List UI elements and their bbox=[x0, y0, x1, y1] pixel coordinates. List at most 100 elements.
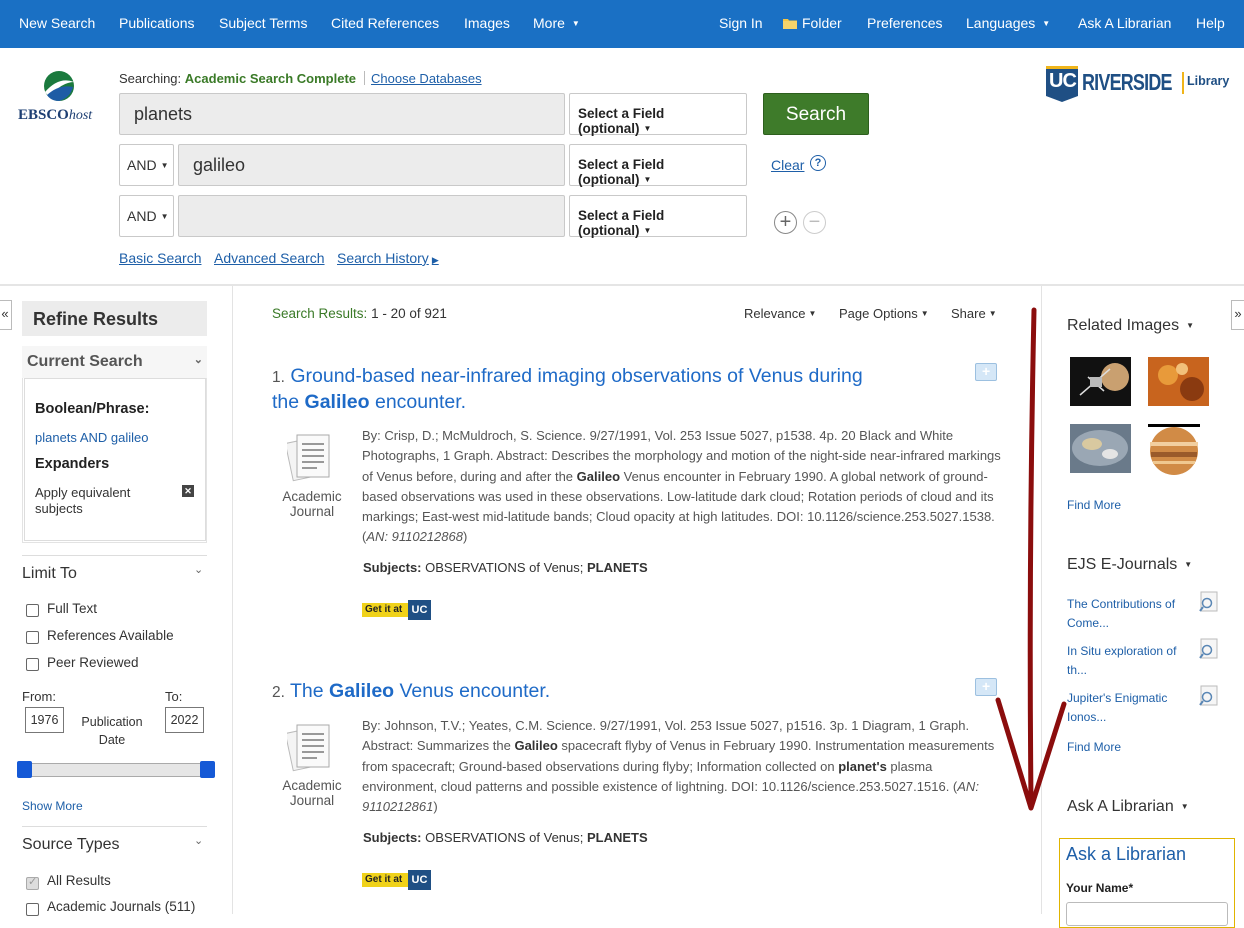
nav-more[interactable]: More ▼ bbox=[533, 15, 580, 31]
help-icon[interactable]: ? bbox=[810, 155, 826, 171]
to-year-input[interactable]: 2022 bbox=[165, 707, 204, 733]
add-row-plus-icon[interactable]: + bbox=[774, 211, 797, 234]
limit-to-header[interactable]: Limit To bbox=[22, 565, 77, 583]
publication-date-label: Publication Date bbox=[81, 715, 143, 747]
search-input-2[interactable]: galileo bbox=[178, 144, 565, 186]
page-options-label: Page Options bbox=[839, 306, 918, 321]
peer-reviewed-checkbox[interactable] bbox=[26, 658, 39, 671]
ejournal-link-2[interactable]: In Situ exploration of th... bbox=[1067, 642, 1187, 680]
page-options-dropdown[interactable]: Page Options ▼ bbox=[839, 306, 929, 321]
annotation-arrow-shaft bbox=[1027, 307, 1037, 803]
ejournal-link-1[interactable]: The Contributions of Come... bbox=[1067, 595, 1187, 633]
subjects-value-bold[interactable]: PLANETS bbox=[587, 830, 648, 845]
ebscohost-logo[interactable]: EBSCOhost bbox=[18, 70, 100, 130]
result-title-1[interactable]: 1. Ground-based near-infrared imaging ob… bbox=[272, 364, 912, 414]
subjects-value-bold[interactable]: PLANETS bbox=[587, 560, 648, 575]
search-history-link[interactable]: Search History ▶ bbox=[337, 250, 439, 266]
nav-folder[interactable]: Folder bbox=[783, 15, 842, 31]
choose-databases-link[interactable]: Choose Databases bbox=[371, 71, 482, 86]
remove-row-minus-icon[interactable]: − bbox=[803, 211, 826, 234]
source-types-header[interactable]: Source Types bbox=[22, 836, 120, 854]
relevance-dropdown[interactable]: Relevance ▼ bbox=[744, 306, 816, 321]
field-select-2[interactable]: Select a Field (optional) ▼ bbox=[569, 144, 747, 187]
full-text-checkbox[interactable] bbox=[26, 604, 39, 617]
clear-link[interactable]: Clear bbox=[771, 157, 804, 173]
subjects-value[interactable]: OBSERVATIONS of Venus; bbox=[425, 560, 583, 575]
boolean-phrase-value[interactable]: planets AND galileo bbox=[35, 430, 148, 445]
academic-journals-label[interactable]: Academic Journals (511) bbox=[47, 899, 195, 914]
date-slider-handle-to[interactable] bbox=[200, 761, 215, 778]
nav-images[interactable]: Images bbox=[464, 15, 510, 31]
from-year-input[interactable]: 1976 bbox=[25, 707, 64, 733]
full-text-label[interactable]: Full Text bbox=[47, 601, 97, 616]
boolean-operator-select-3[interactable]: AND ▼ bbox=[119, 195, 174, 237]
nav-preferences[interactable]: Preferences bbox=[867, 15, 942, 31]
peer-reviewed-label[interactable]: Peer Reviewed bbox=[47, 655, 139, 670]
show-more-link[interactable]: Show More bbox=[22, 799, 83, 813]
academic-journals-checkbox[interactable] bbox=[26, 903, 39, 916]
advanced-search-link[interactable]: Advanced Search bbox=[214, 250, 325, 266]
find-more-images-link[interactable]: Find More bbox=[1067, 496, 1121, 515]
nav-new-search[interactable]: New Search bbox=[19, 15, 95, 31]
nav-help[interactable]: Help bbox=[1196, 15, 1225, 31]
nav-ask-a-librarian[interactable]: Ask A Librarian bbox=[1078, 15, 1171, 31]
get-it-at-uc-button[interactable]: Get it at UC bbox=[362, 600, 431, 620]
related-images-header[interactable]: Related Images ▼ bbox=[1067, 317, 1194, 335]
nav-publications[interactable]: Publications bbox=[119, 15, 195, 31]
nav-subject-terms[interactable]: Subject Terms bbox=[219, 15, 307, 31]
magnifier-preview-icon[interactable] bbox=[1198, 685, 1220, 707]
field-select-3[interactable]: Select a Field (optional) ▼ bbox=[569, 195, 747, 238]
uc-riverside-library-logo[interactable]: UC RIVERSIDE Library bbox=[1046, 64, 1230, 104]
references-available-label[interactable]: References Available bbox=[47, 628, 174, 643]
add-to-folder-icon[interactable] bbox=[975, 678, 997, 696]
search-input-1[interactable]: planets bbox=[119, 93, 565, 135]
subjects-value[interactable]: OBSERVATIONS of Venus; bbox=[425, 830, 583, 845]
related-image-thumbnail-io[interactable] bbox=[1148, 357, 1209, 406]
search-history-label: Search History bbox=[337, 250, 429, 266]
date-slider-track[interactable] bbox=[24, 763, 208, 777]
your-name-label: Your Name* bbox=[1066, 881, 1134, 895]
basic-search-link[interactable]: Basic Search bbox=[119, 250, 201, 266]
get-it-at-uc-button[interactable]: Get it at UC bbox=[362, 870, 431, 890]
your-name-input[interactable] bbox=[1066, 902, 1228, 926]
field-select-1[interactable]: Select a Field (optional) ▼ bbox=[569, 93, 747, 136]
divider bbox=[22, 555, 207, 556]
uc-label: UC bbox=[408, 870, 431, 890]
caret-right-icon: ▶ bbox=[431, 255, 439, 265]
academic-journal-icon[interactable] bbox=[287, 432, 335, 482]
collapse-left-panel-button[interactable]: « bbox=[0, 300, 12, 330]
chevron-down-icon[interactable]: ⌄ bbox=[194, 834, 203, 847]
chevron-down-icon: ⌄ bbox=[193, 354, 203, 366]
result-title-2[interactable]: 2. The Galileo Venus encounter. bbox=[272, 679, 912, 705]
related-image-thumbnail-jupiter[interactable] bbox=[1148, 424, 1200, 482]
remove-expander-close-icon[interactable]: ✕ bbox=[182, 485, 194, 497]
all-results-label[interactable]: All Results bbox=[47, 873, 111, 888]
related-image-thumbnail-spacecraft[interactable] bbox=[1070, 357, 1131, 406]
magnifier-preview-icon[interactable] bbox=[1198, 591, 1220, 613]
related-image-thumbnail-planet-surface[interactable] bbox=[1070, 424, 1131, 473]
ejs-ejournals-header[interactable]: EJS E-Journals ▼ bbox=[1067, 556, 1192, 574]
add-to-folder-icon[interactable] bbox=[975, 363, 997, 381]
search-button[interactable]: Search bbox=[763, 93, 869, 135]
share-dropdown[interactable]: Share ▼ bbox=[951, 306, 997, 321]
boolean-operator-select-2[interactable]: AND ▼ bbox=[119, 144, 174, 186]
caret-down-icon: ▼ bbox=[1184, 560, 1193, 569]
magnifier-preview-icon[interactable] bbox=[1198, 638, 1220, 660]
results-label: Search Results: bbox=[272, 306, 368, 321]
references-available-checkbox[interactable] bbox=[26, 631, 39, 644]
current-search-header[interactable]: Current Search ⌄ bbox=[22, 346, 207, 378]
nav-languages[interactable]: Languages ▼ bbox=[966, 15, 1050, 31]
chevron-down-icon[interactable]: ⌄ bbox=[194, 563, 203, 576]
nav-cited-references[interactable]: Cited References bbox=[331, 15, 439, 31]
find-more-journals-link[interactable]: Find More bbox=[1067, 738, 1121, 757]
ask-a-librarian-header[interactable]: Ask A Librarian ▼ bbox=[1067, 798, 1189, 816]
all-results-checkbox[interactable] bbox=[26, 875, 39, 890]
academic-journal-icon[interactable] bbox=[287, 722, 335, 772]
ejournal-link-3[interactable]: Jupiter's Enigmatic Ionos... bbox=[1067, 689, 1187, 727]
nav-sign-in[interactable]: Sign In bbox=[719, 15, 763, 31]
search-input-3[interactable] bbox=[178, 195, 565, 237]
date-slider-handle-from[interactable] bbox=[17, 761, 32, 778]
collapse-right-panel-button[interactable]: » bbox=[1231, 300, 1244, 330]
to-label: To: bbox=[165, 689, 183, 704]
publication-type-label: Academic Journal bbox=[282, 778, 342, 808]
